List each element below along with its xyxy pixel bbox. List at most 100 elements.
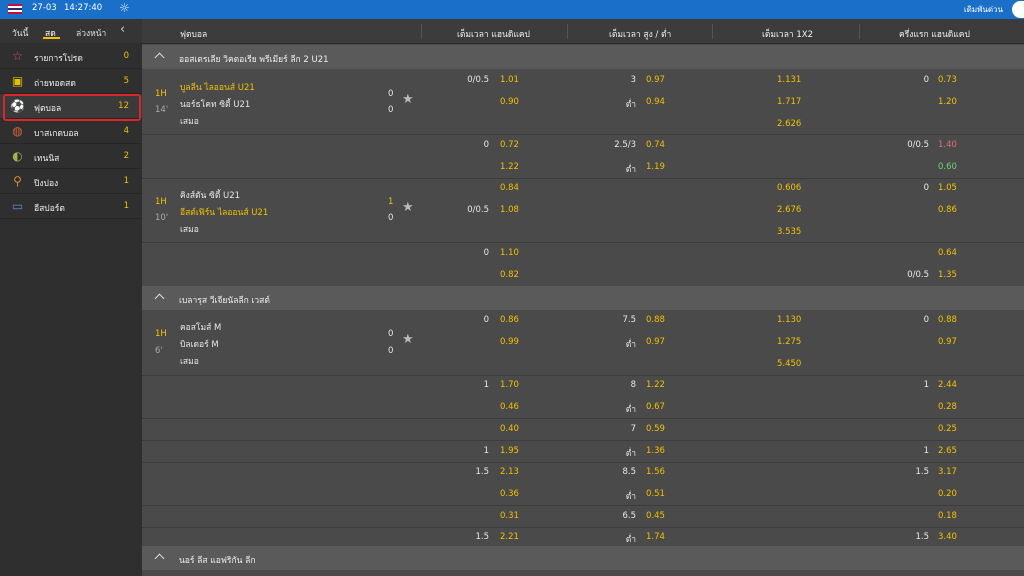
over-odds[interactable]: 0.88 (646, 315, 665, 325)
league-name: ออสเตรเลีย วิคตอเรีย พรีเมียร์ ลีก 2 U21 (179, 55, 329, 65)
chevron-up-icon[interactable] (154, 293, 165, 304)
under-odds[interactable]: 0.51 (646, 489, 665, 499)
chevron-up-icon[interactable] (154, 52, 165, 63)
handicap-odds[interactable]: 1.22 (500, 162, 519, 172)
over-odds[interactable]: 1.56 (646, 467, 665, 477)
favorite-star-icon[interactable]: ★ (402, 332, 414, 347)
favorite-star-icon[interactable]: ★ (402, 92, 414, 107)
date-text: 27-03 (32, 3, 57, 13)
first-half-odds[interactable]: 0.97 (938, 337, 957, 347)
home-win-odds[interactable]: 1.131 (777, 75, 801, 85)
draw-odds[interactable]: 5.450 (777, 359, 801, 369)
first-half-odds[interactable]: 0.28 (938, 402, 957, 412)
first-half-line: 1.5 (915, 467, 929, 477)
sidebar-item-favorites[interactable]: ☆ รายการโปรด 0 (0, 44, 142, 69)
handicap-odds[interactable]: 1.01 (500, 75, 519, 85)
first-half-odds[interactable]: 0.86 (938, 205, 957, 215)
handicap-line: 1.5 (475, 532, 489, 542)
over-odds[interactable]: 0.97 (646, 75, 665, 85)
sidebar-item-esports[interactable]: ▭ อีสปอร์ต 1 (0, 194, 142, 219)
over-odds[interactable]: 0.59 (646, 424, 665, 434)
under-odds[interactable]: 0.97 (646, 337, 665, 347)
theme-toggle-sun-icon[interactable]: ☼ (119, 1, 130, 15)
handicap-odds[interactable]: 1.95 (500, 446, 519, 456)
first-half-odds[interactable]: 0.60 (938, 162, 957, 172)
first-half-odds[interactable]: 3.40 (938, 532, 957, 542)
first-half-odds[interactable]: 1.35 (938, 270, 957, 280)
sidebar-item-table-tennis[interactable]: ⚲ ปิงปอง 1 (0, 169, 142, 194)
first-half-odds[interactable]: 0.18 (938, 511, 957, 521)
handicap-odds[interactable]: 0.72 (500, 140, 519, 150)
first-half-line: 0 (923, 315, 929, 325)
under-label: ต่ำ (625, 449, 636, 459)
header-ft-handicap: เต็มเวลา แฮนดิแคป (457, 30, 530, 40)
tab-today[interactable]: วันนี้ (12, 26, 28, 40)
away-win-odds[interactable]: 1.275 (777, 337, 801, 347)
handicap-odds[interactable]: 0.31 (500, 511, 519, 521)
league-header[interactable]: ออสเตรเลีย วิคตอเรีย พรีเมียร์ ลีก 2 U21 (142, 45, 1024, 69)
first-half-odds[interactable]: 3.17 (938, 467, 957, 477)
under-odds[interactable]: 0.94 (646, 97, 665, 107)
handicap-line: 0/0.5 (467, 205, 489, 215)
handicap-line: 0 (483, 248, 489, 258)
selected-item-highlight (3, 94, 141, 121)
first-half-odds[interactable]: 2.44 (938, 380, 957, 390)
away-win-odds[interactable]: 2.676 (777, 205, 801, 215)
under-odds[interactable]: 0.67 (646, 402, 665, 412)
handicap-odds[interactable]: 0.40 (500, 424, 519, 434)
over-odds[interactable]: 0.45 (646, 511, 665, 521)
first-half-line: 0/0.5 (907, 270, 929, 280)
under-odds[interactable]: 1.36 (646, 446, 665, 456)
tab-early[interactable]: ล่วงหน้า (76, 26, 106, 40)
handicap-odds[interactable]: 0.86 (500, 315, 519, 325)
first-half-odds[interactable]: 0.64 (938, 248, 957, 258)
sidebar-item-basketball[interactable]: ◍ บาสเกตบอล 4 (0, 119, 142, 144)
first-half-odds[interactable]: 1.05 (938, 183, 957, 193)
under-odds[interactable]: 1.74 (646, 532, 665, 542)
favorite-star-icon[interactable]: ★ (402, 200, 414, 215)
away-win-odds[interactable]: 1.717 (777, 97, 801, 107)
handicap-odds[interactable]: 0.82 (500, 270, 519, 280)
first-half-odds[interactable]: 0.73 (938, 75, 957, 85)
quick-bet-toggle[interactable] (1012, 1, 1024, 18)
home-win-odds[interactable]: 1.130 (777, 315, 801, 325)
home-win-odds[interactable]: 0.606 (777, 183, 801, 193)
first-half-odds[interactable]: 2.65 (938, 446, 957, 456)
over-odds[interactable]: 0.74 (646, 140, 665, 150)
handicap-odds[interactable]: 2.13 (500, 467, 519, 477)
over-under-line: 7 (630, 424, 636, 434)
first-half-odds[interactable]: 0.88 (938, 315, 957, 325)
sidebar-item-count: 4 (123, 126, 129, 136)
handicap-odds[interactable]: 1.70 (500, 380, 519, 390)
first-half-odds[interactable]: 1.20 (938, 97, 957, 107)
active-tab-underline (43, 37, 60, 39)
handicap-odds[interactable]: 2.21 (500, 532, 519, 542)
chevron-up-icon[interactable] (154, 553, 165, 564)
handicap-odds[interactable]: 1.10 (500, 248, 519, 258)
league-header[interactable]: เบลารุส วีเจียนัลลีก เวสต์ (142, 286, 1024, 310)
handicap-odds[interactable]: 0.46 (500, 402, 519, 412)
handicap-odds[interactable]: 0.84 (500, 183, 519, 193)
sidebar-item-live-stream[interactable]: ▣ ถ่ายทอดสด 5 (0, 69, 142, 94)
handicap-line: 1 (483, 446, 489, 456)
handicap-odds[interactable]: 1.08 (500, 205, 519, 215)
over-odds[interactable]: 1.22 (646, 380, 665, 390)
handicap-odds[interactable]: 0.99 (500, 337, 519, 347)
row-divider (142, 418, 1024, 419)
first-half-odds[interactable]: 0.20 (938, 489, 957, 499)
first-half-odds[interactable]: 1.40 (938, 140, 957, 150)
draw-odds[interactable]: 3.535 (777, 227, 801, 237)
draw-odds[interactable]: 2.626 (777, 119, 801, 129)
first-half-odds[interactable]: 0.25 (938, 424, 957, 434)
odds-table-header: ฟุตบอล เต็มเวลา แฮนดิแคป เต็มเวลา สูง / … (142, 19, 1024, 44)
under-odds[interactable]: 1.19 (646, 162, 665, 172)
handicap-odds[interactable]: 0.90 (500, 97, 519, 107)
row-divider (142, 242, 1024, 243)
sidebar-item-tennis[interactable]: ◐ เทนนิส 2 (0, 144, 142, 169)
divider (712, 24, 713, 39)
handicap-odds[interactable]: 0.36 (500, 489, 519, 499)
match-minute: 6' (155, 346, 163, 356)
league-header[interactable]: นอร์ ลีส แอฟริกัน ลีก (142, 546, 1024, 570)
collapse-sidebar-icon[interactable]: ‹ (120, 22, 125, 37)
header-1h-handicap: ครึ่งแรก แฮนดิแคป (899, 30, 970, 40)
